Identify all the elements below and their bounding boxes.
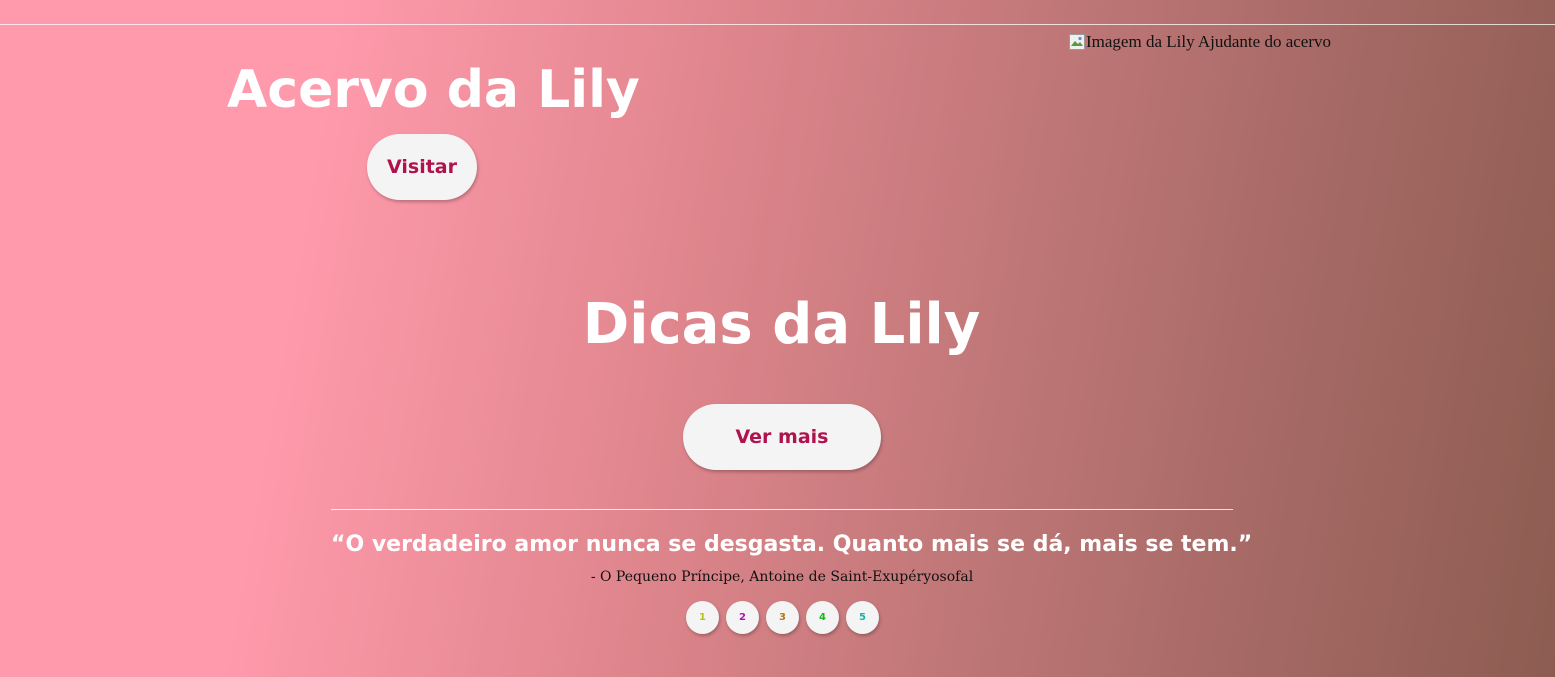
page-button-1[interactable]: 1 [686, 601, 719, 634]
broken-image-icon [1069, 34, 1085, 50]
page-button-3[interactable]: 3 [766, 601, 799, 634]
quote-author: - O Pequeno Príncipe, Antoine de Saint-E… [590, 569, 974, 585]
quote-text: “O verdadeiro amor nunca se desgasta. Qu… [331, 532, 1253, 557]
page-button-2[interactable]: 2 [726, 601, 759, 634]
visit-button[interactable]: Visitar [367, 134, 477, 200]
see-more-button[interactable]: Ver mais [683, 404, 881, 470]
page-button-5[interactable]: 5 [846, 601, 879, 634]
quote-pager: 1 2 3 4 5 [686, 601, 879, 634]
lily-helper-image-alt: Imagem da Lily Ajudante do acervo [1086, 32, 1331, 51]
lily-helper-image: Imagem da Lily Ajudante do acervo [1069, 32, 1331, 52]
tips-title: Dicas da Lily [582, 292, 981, 357]
header-divider [0, 24, 1555, 25]
site-title: Acervo da Lily [227, 60, 640, 120]
quote-divider [331, 509, 1233, 510]
page-button-4[interactable]: 4 [806, 601, 839, 634]
